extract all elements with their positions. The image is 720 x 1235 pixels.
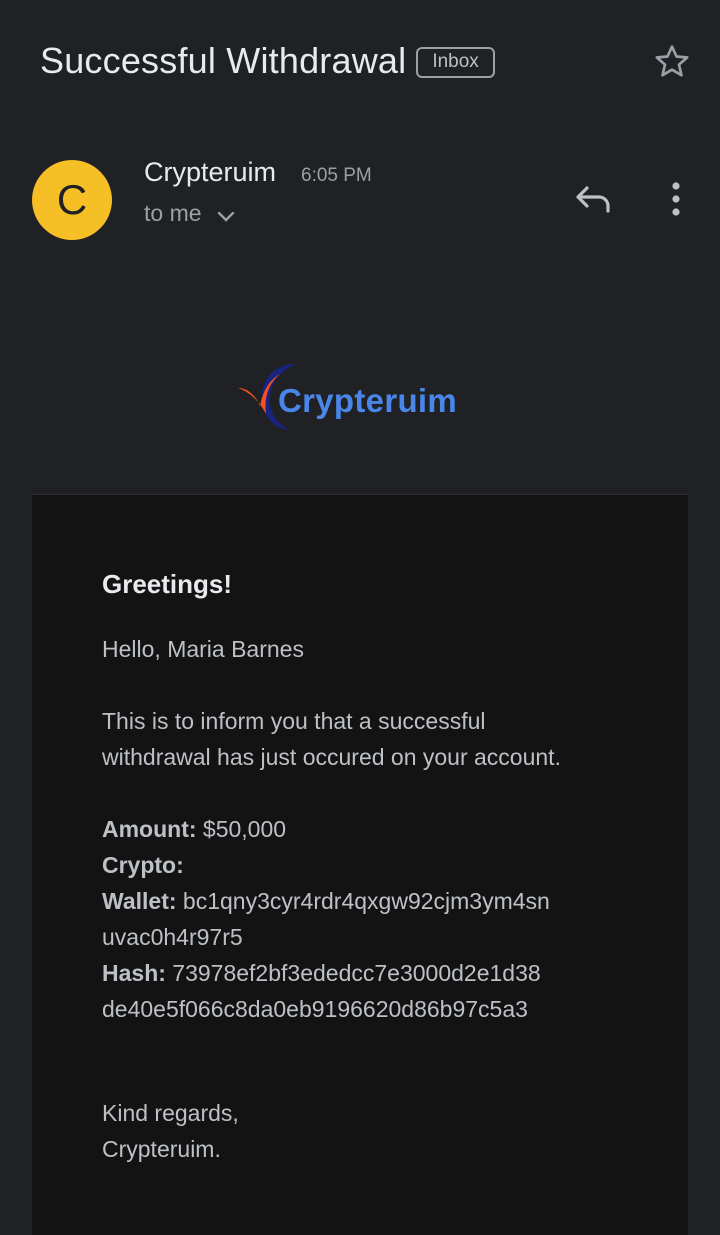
wallet-value: bc1qny3cyr4rdr4qxgw92cjm3ym4sn	[176, 888, 550, 914]
reply-button[interactable]	[568, 178, 618, 224]
more-options-button[interactable]	[656, 178, 696, 224]
subject-row: Successful Withdrawal Inbox	[40, 40, 690, 82]
sign-off: Kind regards, Crypteruim.	[102, 1095, 239, 1167]
hash-row: Hash: 73978ef2bf3ededcc7e3000d2e1d38	[102, 955, 642, 991]
transaction-details: Amount: $50,000 Crypto: Wallet: bc1qny3c…	[102, 811, 642, 1027]
email-body-card: Greetings! Hello, Maria Barnes This is t…	[32, 494, 688, 1235]
recipient-details-toggle[interactable]: to me	[144, 200, 236, 227]
amount-value: $50,000	[196, 816, 287, 842]
inform-line: withdrawal has just occured on your acco…	[102, 744, 561, 770]
sender-name: Crypteruim	[144, 157, 277, 187]
amount-row: Amount: $50,000	[102, 811, 642, 847]
crypteruim-logo: Crypteruim	[236, 358, 486, 434]
regards-line: Kind regards,	[102, 1100, 239, 1126]
sender-avatar[interactable]: C	[32, 160, 112, 240]
reply-icon	[573, 182, 613, 221]
hash-label: Hash:	[102, 960, 166, 986]
sent-time: 6:05 PM	[301, 165, 372, 186]
amount-label: Amount:	[102, 816, 197, 842]
more-vert-icon	[670, 181, 682, 222]
logo-text: Crypteruim	[278, 382, 458, 419]
chevron-down-icon	[216, 210, 236, 224]
crypto-row: Crypto:	[102, 847, 642, 883]
inform-paragraph: This is to inform you that a successful …	[102, 703, 642, 775]
greeting-line: Hello, Maria Barnes	[102, 636, 304, 662]
wallet-label: Wallet:	[102, 888, 177, 914]
wallet-value-continued: uvac0h4r97r5	[102, 924, 243, 950]
hash-value-continued: de40e5f066c8da0eb9196620d86b97c5a3	[102, 996, 528, 1022]
hash-value: 73978ef2bf3ededcc7e3000d2e1d38	[165, 960, 541, 986]
crypto-label: Crypto:	[102, 852, 184, 878]
signature-line: Crypteruim.	[102, 1136, 221, 1162]
email-subject: Successful Withdrawal	[40, 40, 407, 81]
recipient-text: to me	[144, 200, 202, 226]
greeting-heading: Greetings!	[102, 569, 233, 599]
inform-line: This is to inform you that a successful	[102, 708, 486, 734]
wallet-row: Wallet: bc1qny3cyr4rdr4qxgw92cjm3ym4sn	[102, 883, 642, 919]
inbox-label-chip[interactable]: Inbox	[416, 46, 495, 78]
email-view: Successful Withdrawal Inbox C Crypteruim…	[0, 0, 720, 1235]
star-icon[interactable]	[650, 40, 694, 84]
